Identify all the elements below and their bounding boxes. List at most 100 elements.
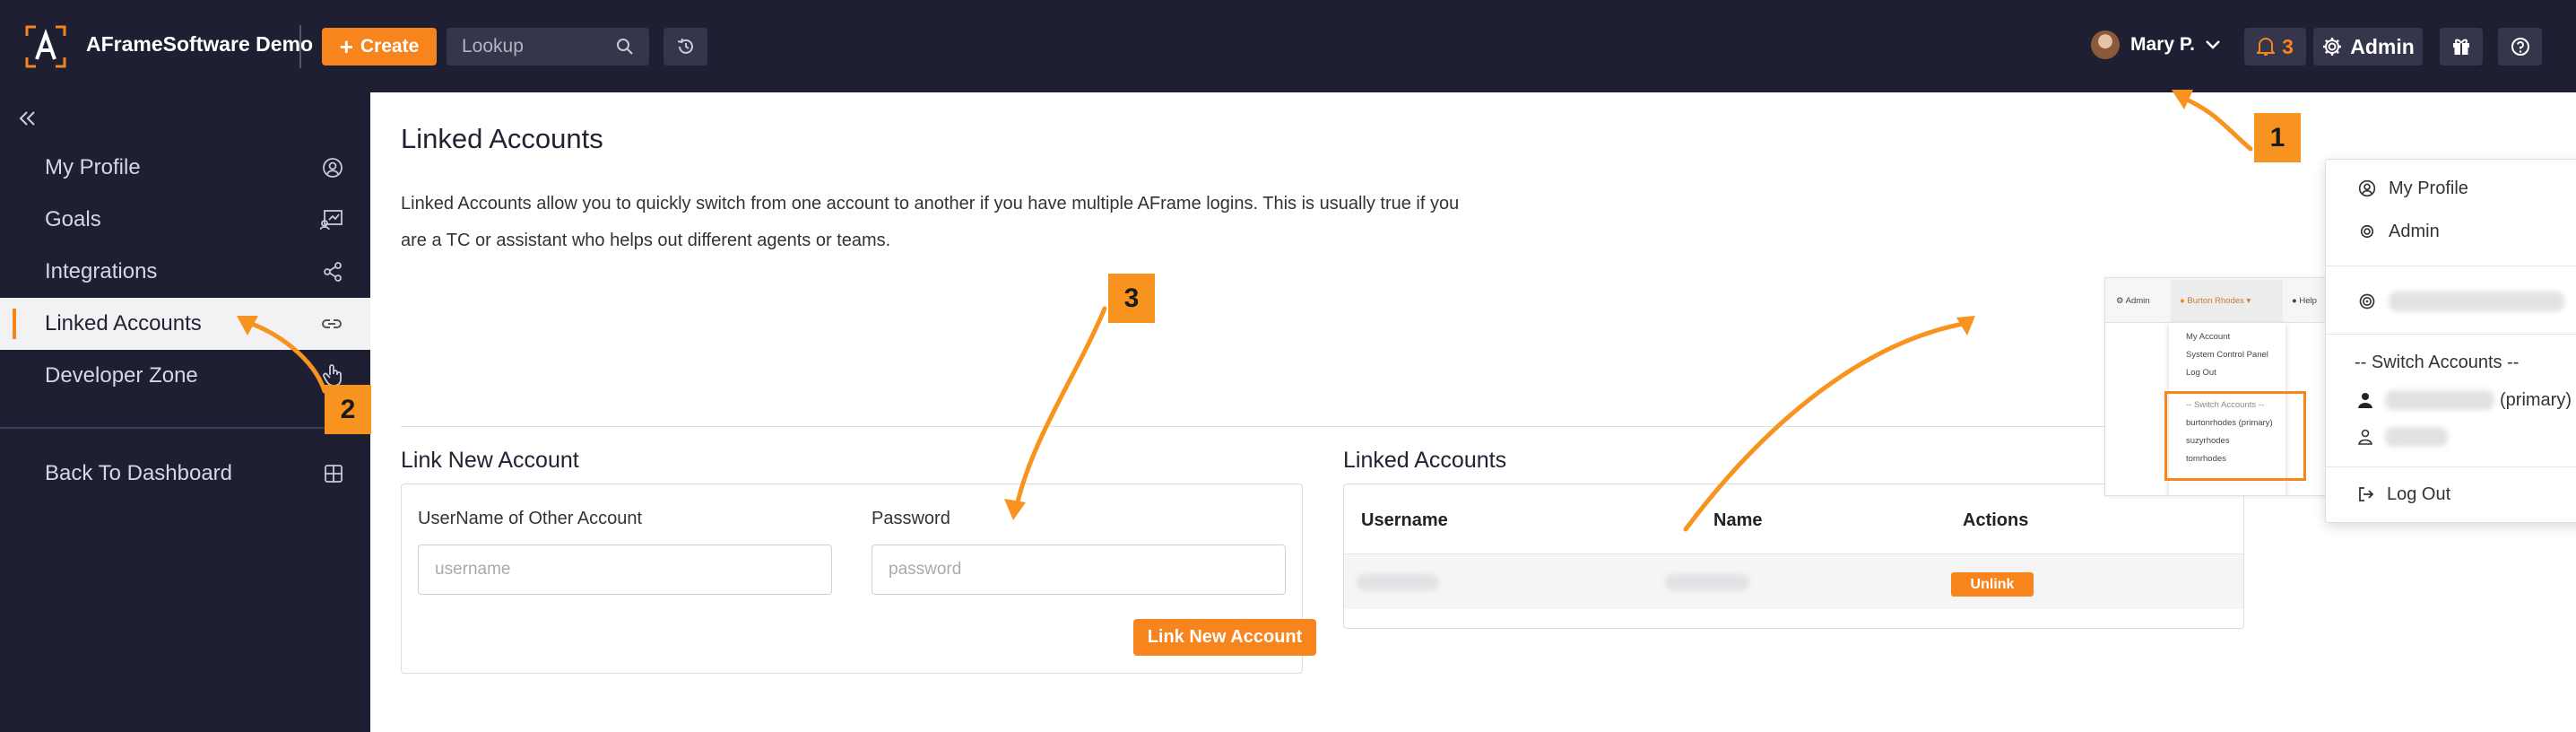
redacted-username (1357, 574, 1439, 590)
menu-item-account[interactable] (2326, 282, 2576, 321)
admin-button[interactable]: Admin (2313, 28, 2423, 65)
page-description: Linked Accounts allow you to quickly swi… (401, 194, 1460, 250)
legacy-menu-screenshot: ⚙ Admin ● Burton Rhodes ▾ ● Help My Acco… (2104, 277, 2329, 496)
chevron-down-icon: ▾ (2243, 296, 2251, 306)
table-row: Unlink (1344, 553, 2243, 609)
menu-item-label: My Profile (2389, 178, 2468, 198)
link-new-account-button[interactable]: Link New Account (1133, 619, 1316, 656)
sidebar-item-my-profile[interactable]: My Profile (0, 142, 370, 194)
sidebar-item-linked-accounts[interactable]: Linked Accounts (0, 298, 370, 350)
user-solid-icon (2358, 393, 2372, 408)
aframe-logo-icon[interactable] (25, 25, 66, 68)
notification-count: 3 (2282, 34, 2294, 58)
avatar (2091, 30, 2120, 59)
notifications-button[interactable]: 3 (2244, 28, 2306, 65)
linked-accounts-title: Linked Accounts (1343, 448, 1507, 473)
unlink-button[interactable]: Unlink (1951, 572, 2034, 597)
thumbnail-menu-item: System Control Panel (2186, 350, 2268, 360)
gift-icon (2453, 39, 2469, 55)
sidebar-item-goals[interactable]: Goals (0, 194, 370, 246)
thumbnail-tab-admin: ⚙ Admin (2116, 296, 2150, 306)
user-outline-icon (2358, 429, 2372, 445)
primary-label: (primary) (2500, 389, 2572, 410)
history-icon (677, 38, 693, 54)
user-circle-icon (323, 158, 343, 178)
sidebar-item-back-to-dashboard[interactable]: Back To Dashboard (0, 448, 370, 500)
user-circle-icon (2358, 179, 2376, 197)
lookup-input[interactable] (447, 28, 617, 65)
bell-icon (2257, 38, 2276, 56)
thumbnail-menu-item: Log Out (2186, 368, 2216, 378)
user-name: Mary P. (2130, 34, 2195, 55)
main-content: Linked Accounts Linked Accounts allow yo… (370, 92, 2576, 732)
gear-icon (2360, 224, 2374, 239)
menu-item-secondary-account[interactable] (2326, 421, 2576, 453)
collapse-sidebar-icon[interactable] (18, 109, 38, 128)
sidebar-item-label: Back To Dashboard (45, 461, 233, 485)
linked-accounts-table: Username Name Actions Unlink (1343, 484, 2244, 629)
page-title: Linked Accounts (401, 123, 603, 154)
menu-item-label: Admin (2389, 221, 2440, 241)
top-navbar: AFrameSoftware Demo + Create Mary P. 3 (0, 0, 2576, 92)
sidebar-item-label: Integrations (45, 259, 158, 283)
thumbnail-tab-help: ● Help (2292, 296, 2317, 306)
create-button[interactable]: + Create (322, 28, 437, 65)
menu-divider (2326, 334, 2576, 335)
chevron-down-icon (2206, 40, 2220, 49)
password-input[interactable] (872, 545, 1286, 595)
password-label: Password (872, 509, 950, 528)
lookup-box (447, 28, 649, 65)
history-button[interactable] (664, 28, 707, 65)
callout-3: 3 (1108, 274, 1155, 323)
thumbnail-menu-item: My Account (2186, 332, 2231, 342)
username-label: UserName of Other Account (418, 509, 643, 528)
sidebar-item-label: Goals (45, 207, 101, 231)
gift-button[interactable] (2440, 28, 2483, 65)
column-header-actions: Actions (1963, 510, 2029, 530)
column-header-name: Name (1713, 510, 1763, 530)
username-input[interactable] (418, 545, 832, 595)
menu-item-primary-account[interactable]: (primary) (2326, 384, 2576, 416)
brand-name[interactable]: AFrameSoftware Demo (86, 32, 313, 57)
thumbnail-tab-admin-label: Admin (2125, 296, 2150, 306)
redacted-username (2385, 390, 2494, 410)
help-button[interactable] (2498, 28, 2542, 65)
highlight-box (2164, 391, 2306, 481)
link-account-form: UserName of Other Account Password Link … (401, 484, 1316, 674)
sidebar: My Profile Goals Integrations Linked Acc… (0, 92, 370, 732)
switch-accounts-header: -- Switch Accounts -- (2326, 346, 2576, 379)
thumbnail-tab-user: ● Burton Rhodes ▾ (2180, 296, 2251, 306)
search-icon[interactable] (616, 38, 634, 56)
user-menu-toggle[interactable]: Mary P. (2091, 30, 2220, 59)
menu-item-label: Log Out (2387, 484, 2451, 504)
redacted-username (2385, 427, 2448, 447)
link-new-account-title: Link New Account (401, 448, 579, 473)
fingerprint-icon (2359, 293, 2375, 309)
sidebar-item-label: My Profile (45, 155, 141, 179)
redacted-name (1665, 574, 1749, 590)
sidebar-item-developer-zone[interactable]: Developer Zone (0, 350, 370, 402)
admin-label: Admin (2350, 34, 2415, 58)
menu-divider (2326, 466, 2576, 467)
gear-icon: ⚙ (2116, 296, 2126, 306)
grid-icon (325, 465, 343, 483)
menu-item-log-out[interactable]: Log Out (2326, 478, 2576, 510)
link-icon (322, 319, 342, 328)
goals-icon (320, 210, 343, 231)
sidebar-item-label: Linked Accounts (45, 311, 202, 336)
column-header-username: Username (1361, 510, 1448, 530)
sidebar-item-label: Developer Zone (45, 363, 198, 388)
thumbnail-tab-help-label: Help (2299, 296, 2317, 306)
thumbnail-tab-user-label: Burton Rhodes (2187, 296, 2244, 306)
menu-item-my-profile[interactable]: My Profile (2326, 172, 2576, 205)
divider (299, 25, 301, 68)
switch-accounts-label: -- Switch Accounts -- (2355, 352, 2520, 372)
sidebar-item-integrations[interactable]: Integrations (0, 246, 370, 298)
callout-2: 2 (325, 385, 371, 434)
share-nodes-icon (324, 262, 342, 282)
plus-icon: + (339, 33, 353, 60)
menu-item-admin[interactable]: Admin (2326, 215, 2576, 248)
redacted-account (2389, 292, 2564, 311)
callout-1: 1 (2254, 113, 2301, 162)
sidebar-divider (0, 427, 370, 429)
